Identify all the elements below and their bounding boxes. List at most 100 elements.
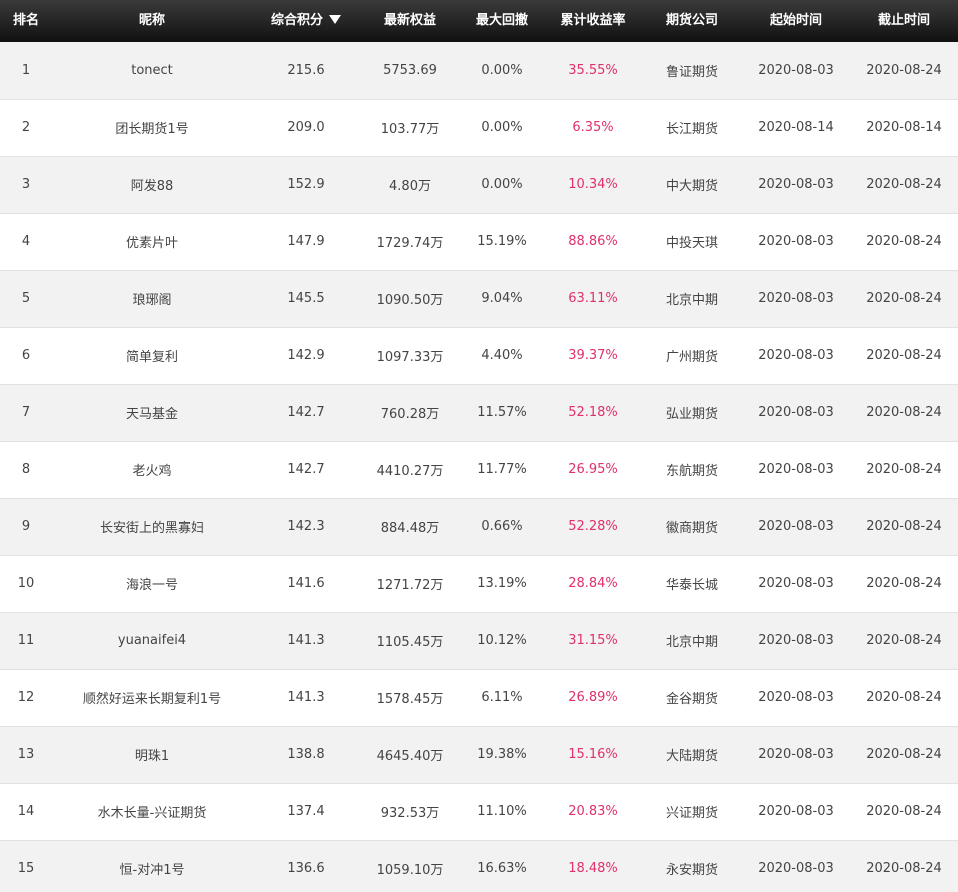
header-equity[interactable]: 最新权益 <box>360 0 460 42</box>
cell-equity: 1105.45万 <box>376 635 444 650</box>
cell-company: 华泰长城 <box>665 578 718 593</box>
cell-drawdown: 11.57% <box>477 405 527 420</box>
table-row[interactable]: 10 海浪一号 141.6 1271.72万 13.19% 28.84% 华泰长城 2020-… <box>0 555 958 612</box>
cell-rank: 2 <box>21 120 31 135</box>
table-row[interactable]: 7 天马基金 142.7 760.28万 11.57% 52.18% 弘业期货 2020-08… <box>0 384 958 441</box>
cell-nickname: 明珠1 <box>134 749 170 764</box>
cell-return: 39.37% <box>568 348 618 363</box>
cell-start: 2020-08-03 <box>758 348 834 363</box>
header-start[interactable]: 起始时间 <box>742 0 850 42</box>
cell-end: 2020-08-24 <box>866 519 942 534</box>
table-row[interactable]: 6 简单复利 142.9 1097.33万 4.40% 39.37% 广州期货 2020-08… <box>0 327 958 384</box>
cell-drawdown: 0.66% <box>481 519 523 534</box>
cell-nickname: 老火鸡 <box>132 464 172 479</box>
cell-nickname: 恒-对冲1号 <box>119 863 185 878</box>
header-company[interactable]: 期货公司 <box>642 0 742 42</box>
cell-rank: 14 <box>17 804 35 819</box>
cell-start: 2020-08-03 <box>758 405 834 420</box>
cell-rank: 3 <box>21 177 31 192</box>
cell-start: 2020-08-03 <box>758 576 834 591</box>
table-row[interactable]: 11 yuanaifei4 141.3 1105.45万 10.12% 31.15% 北京中… <box>0 612 958 669</box>
cell-company: 东航期货 <box>665 464 718 479</box>
cell-equity: 5753.69 <box>383 62 437 78</box>
cell-drawdown: 11.10% <box>477 804 527 819</box>
cell-nickname: 顺然好运来长期复利1号 <box>82 692 222 707</box>
cell-score: 142.9 <box>287 348 325 363</box>
cell-nickname: 团长期货1号 <box>115 122 189 137</box>
cell-rank: 9 <box>21 519 31 534</box>
cell-drawdown: 4.40% <box>481 348 523 363</box>
cell-start: 2020-08-14 <box>758 120 834 135</box>
header-end[interactable]: 截止时间 <box>850 0 958 42</box>
cell-company: 徽商期货 <box>665 521 718 536</box>
cell-return: 31.15% <box>568 633 618 648</box>
table-row[interactable]: 12 顺然好运来长期复利1号 141.3 1578.45万 6.11% 26.89% 金谷期… <box>0 669 958 726</box>
cell-end: 2020-08-24 <box>866 462 942 477</box>
cell-end: 2020-08-24 <box>866 291 942 306</box>
cell-end: 2020-08-24 <box>866 576 942 591</box>
header-nickname[interactable]: 昵称 <box>52 0 252 42</box>
cell-drawdown: 13.19% <box>477 576 527 591</box>
cell-score: 147.9 <box>287 234 325 249</box>
table-row[interactable]: 15 恒-对冲1号 136.6 1059.10万 16.63% 18.48% 永安期货 202… <box>0 840 958 892</box>
table-row[interactable]: 14 水木长量-兴证期货 137.4 932.53万 11.10% 20.83% 兴证期货 2… <box>0 783 958 840</box>
cell-company: 兴证期货 <box>665 806 718 821</box>
cell-company: 北京中期 <box>665 635 718 650</box>
cell-score: 141.3 <box>287 633 325 648</box>
cell-rank: 15 <box>17 861 35 876</box>
cell-equity: 932.53万 <box>380 806 440 821</box>
cell-equity: 4645.40万 <box>376 749 444 764</box>
cell-drawdown: 0.00% <box>481 177 523 192</box>
table-row[interactable]: 8 老火鸡 142.7 4410.27万 11.77% 26.95% 东航期货 2020-08… <box>0 441 958 498</box>
table-row[interactable]: 9 长安街上的黑寡妇 142.3 884.48万 0.66% 52.28% 徽商期货 2020… <box>0 498 958 555</box>
cell-start: 2020-08-03 <box>758 633 834 648</box>
cell-score: 209.0 <box>287 120 325 135</box>
table-row[interactable]: 2 团长期货1号 209.0 103.77万 0.00% 6.35% 长江期货 2020-08… <box>0 99 958 156</box>
header-return[interactable]: 累计收益率 <box>544 0 642 42</box>
cell-equity: 1578.45万 <box>376 692 444 707</box>
table-row[interactable]: 13 明珠1 138.8 4645.40万 19.38% 15.16% 大陆期货 2020-0… <box>0 726 958 783</box>
cell-nickname: 海浪一号 <box>125 578 178 593</box>
cell-nickname: yuanaifei4 <box>117 633 187 648</box>
cell-company: 北京中期 <box>665 293 718 308</box>
cell-end: 2020-08-24 <box>866 348 942 363</box>
cell-return: 26.89% <box>568 690 618 705</box>
cell-score: 152.9 <box>287 177 325 192</box>
header-score[interactable]: 综合积分 <box>252 0 360 42</box>
cell-nickname: 简单复利 <box>125 350 178 365</box>
cell-end: 2020-08-24 <box>866 690 942 705</box>
cell-rank: 11 <box>17 633 35 648</box>
cell-drawdown: 19.38% <box>477 747 527 762</box>
sort-desc-icon <box>329 15 341 24</box>
table-row[interactable]: 1 tonect 215.6 5753.69 0.00% 35.55% 鲁证期货 2020-0… <box>0 42 958 99</box>
cell-return: 63.11% <box>568 291 618 306</box>
cell-score: 142.7 <box>287 405 325 420</box>
cell-start: 2020-08-03 <box>758 690 834 705</box>
header-rank[interactable]: 排名 <box>0 0 52 42</box>
cell-company: 长江期货 <box>665 122 718 137</box>
cell-score: 215.6 <box>287 62 325 78</box>
cell-return: 52.18% <box>568 405 618 420</box>
cell-return: 18.48% <box>568 861 618 876</box>
header-drawdown[interactable]: 最大回撤 <box>460 0 544 42</box>
table-row[interactable]: 5 琅琊阁 145.5 1090.50万 9.04% 63.11% 北京中期 2020-08-… <box>0 270 958 327</box>
cell-end: 2020-08-24 <box>866 177 942 192</box>
cell-nickname: 长安街上的黑寡妇 <box>99 521 204 536</box>
cell-equity: 4410.27万 <box>376 464 444 479</box>
table-header: 排名 昵称 综合积分 最新权益 最大回撤 累计收益率 期货公司 起始时间 截止时… <box>0 0 958 42</box>
cell-drawdown: 11.77% <box>477 462 527 477</box>
cell-end: 2020-08-24 <box>866 234 942 249</box>
table-row[interactable]: 4 优素片叶 147.9 1729.74万 15.19% 88.86% 中投天琪 2020-0… <box>0 213 958 270</box>
table-row[interactable]: 3 阿发88 152.9 4.80万 0.00% 10.34% 中大期货 2020-08-03… <box>0 156 958 213</box>
cell-equity: 884.48万 <box>380 521 440 536</box>
cell-return: 35.55% <box>568 62 618 78</box>
cell-return: 20.83% <box>568 804 618 819</box>
cell-company: 鲁证期货 <box>665 64 718 80</box>
cell-start: 2020-08-03 <box>758 462 834 477</box>
cell-start: 2020-08-03 <box>758 177 834 192</box>
cell-equity: 4.80万 <box>389 179 431 194</box>
cell-drawdown: 16.63% <box>477 861 527 876</box>
cell-drawdown: 0.00% <box>481 120 523 135</box>
cell-rank: 7 <box>21 405 31 420</box>
cell-return: 52.28% <box>568 519 618 534</box>
